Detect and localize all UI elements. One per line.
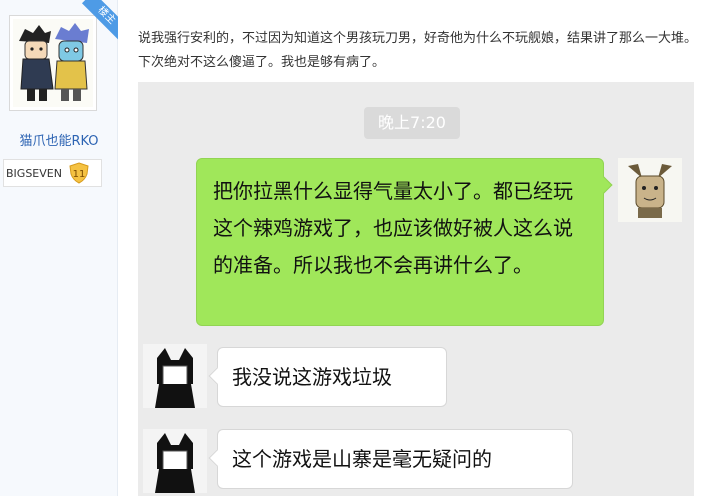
chat-message-text: 这个游戏是山寨是毫无疑问的	[232, 447, 492, 471]
self-avatar	[618, 158, 682, 222]
chat-message-received: 这个游戏是山寨是毫无疑问的	[208, 429, 573, 489]
level-number: 11	[73, 169, 86, 180]
chat-message-sent: 把你拉黑什么显得气量太小了。都已经玩这个辣鸡游戏了，也应该做好被人这么说的准备。…	[196, 158, 613, 326]
level-title: BIGSEVEN	[6, 166, 62, 180]
chat-message-received: 我没说这游戏垃圾	[208, 347, 447, 407]
author-sidebar: 楼主 猫爪也能RKO BIGSEVEN 11	[0, 0, 118, 496]
user-level-badge[interactable]: BIGSEVEN 11	[3, 159, 102, 187]
chat-message-text: 把你拉黑什么显得气量太小了。都已经玩这个辣鸡游戏了，也应该做好被人这么说的准备。…	[213, 179, 573, 277]
post-body-text: 说我强行安利的，不过因为知道这个男孩玩刀男，好奇他为什么不玩舰娘，结果讲了那么一…	[138, 31, 698, 70]
level-shield-icon: 11	[68, 162, 90, 184]
op-badge: 楼主	[76, 0, 118, 42]
contact-avatar	[143, 344, 207, 408]
op-badge-label: 楼主	[81, 0, 118, 41]
author-username[interactable]: 猫爪也能RKO	[0, 130, 118, 149]
chat-screenshot: 晚上7:20 把你拉黑什么显得气量太小了。都已经玩这个辣鸡游戏了，也应该做好被人…	[138, 82, 694, 496]
chat-message-text: 我没说这游戏垃圾	[232, 365, 392, 389]
chat-timestamp: 晚上7:20	[364, 107, 460, 139]
post-page: 楼主 猫爪也能RKO BIGSEVEN 11 说我强行安利的，不过因为知道这个男…	[0, 0, 712, 496]
contact-avatar	[143, 429, 207, 493]
